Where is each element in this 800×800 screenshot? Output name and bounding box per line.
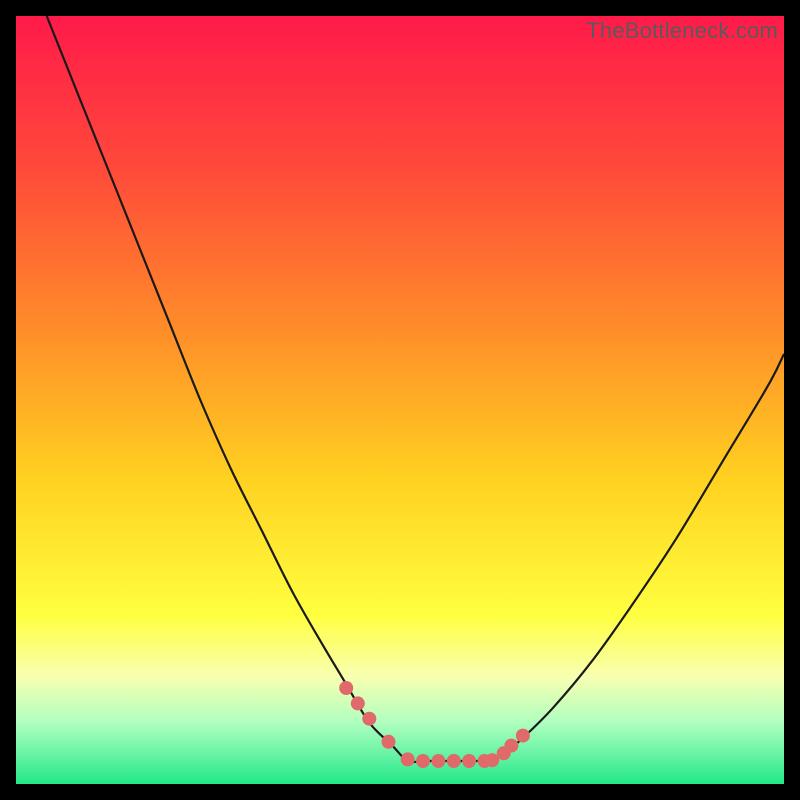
highlight-marker [504, 739, 518, 753]
highlight-marker [362, 712, 376, 726]
highlight-markers [339, 681, 530, 768]
highlight-marker [447, 754, 461, 768]
highlight-marker [462, 754, 476, 768]
highlight-marker [516, 729, 530, 743]
highlight-marker [431, 754, 445, 768]
bottleneck-curve-path [47, 16, 784, 762]
bottleneck-curve-svg [16, 16, 784, 784]
chart-frame: TheBottleneck.com [16, 16, 784, 784]
watermark-text: TheBottleneck.com [586, 18, 778, 44]
plot-area [16, 16, 784, 784]
highlight-marker [339, 681, 353, 695]
highlight-marker [351, 696, 365, 710]
highlight-marker [416, 754, 430, 768]
highlight-marker [401, 752, 415, 766]
highlight-marker [382, 735, 396, 749]
